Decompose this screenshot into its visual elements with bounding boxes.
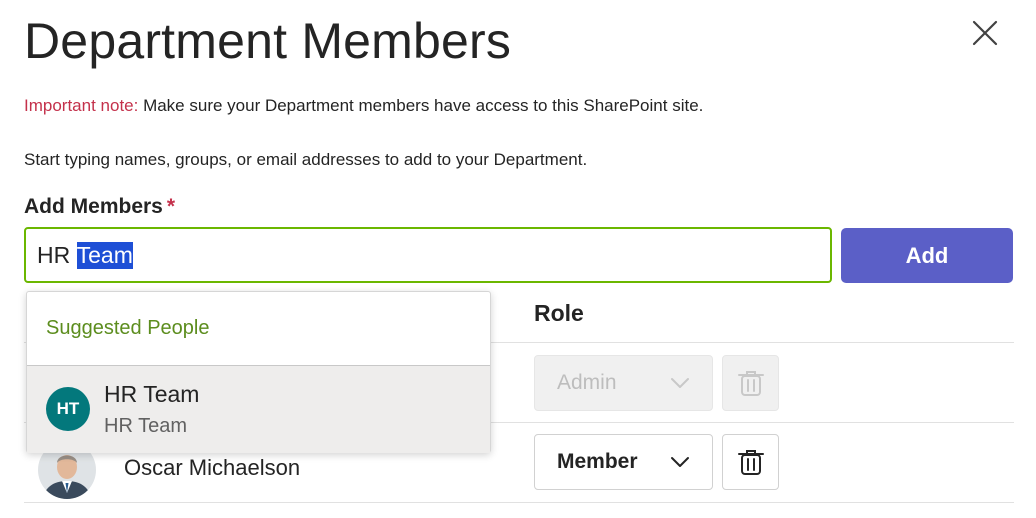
role-select-value: Member — [557, 450, 638, 473]
required-indicator: * — [166, 195, 176, 218]
add-button[interactable]: Add — [841, 228, 1013, 283]
avatar: HT — [46, 387, 90, 431]
input-typed-text: HR — [37, 241, 77, 268]
dialog-title: Department Members — [24, 13, 512, 69]
trash-icon — [737, 450, 764, 475]
suggestions-dropdown: Suggested People HT HR Team HR Team — [26, 291, 491, 453]
table-divider — [24, 502, 1014, 503]
suggestion-subtitle: HR Team — [104, 415, 187, 437]
important-note-prefix: Important note: — [24, 96, 139, 115]
role-column-header: Role — [534, 300, 584, 326]
chevron-down-icon — [671, 457, 689, 467]
input-selected-text: Team — [76, 241, 133, 269]
suggestions-header: Suggested People — [46, 317, 210, 339]
suggestion-item[interactable]: HT HR Team HR Team — [27, 365, 490, 453]
important-note: Important note: Make sure your Departmen… — [24, 96, 703, 116]
instruction-text: Start typing names, groups, or email add… — [24, 150, 588, 169]
important-note-text: Make sure your Department members have a… — [138, 96, 704, 115]
trash-icon — [737, 371, 764, 396]
close-button[interactable] — [966, 14, 1004, 52]
role-select-value: Admin — [557, 371, 617, 394]
add-members-input[interactable]: HR Team — [24, 227, 832, 283]
role-select[interactable]: Member — [534, 434, 713, 490]
delete-member-button[interactable] — [722, 355, 779, 411]
member-name: Oscar Michaelson — [124, 455, 301, 480]
chevron-down-icon — [671, 378, 689, 388]
role-select[interactable]: Admin — [534, 355, 713, 411]
close-icon — [972, 20, 998, 46]
add-members-label-text: Add Members — [24, 195, 163, 218]
suggestion-name: HR Team — [104, 381, 200, 407]
delete-member-button[interactable] — [722, 434, 779, 490]
add-members-label: Add Members * — [24, 195, 175, 219]
